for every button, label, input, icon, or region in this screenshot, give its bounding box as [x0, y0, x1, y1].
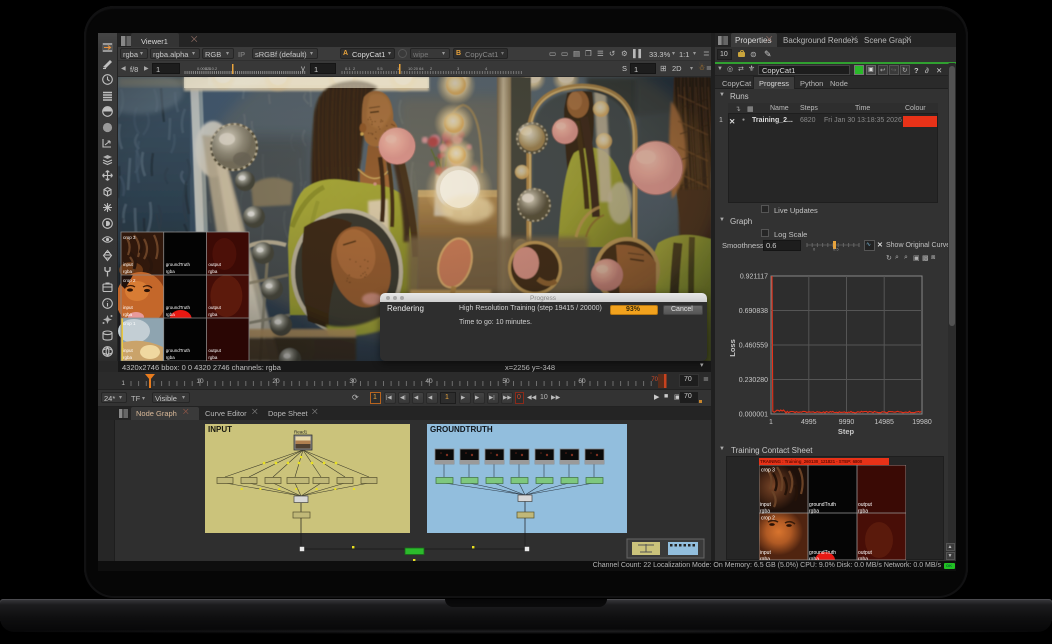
- svg-text:crop 3: crop 3: [123, 235, 136, 240]
- svg-text:output: output: [858, 502, 873, 508]
- svg-text:rgba: rgba: [166, 312, 176, 317]
- svg-text:crop 1: crop 1: [123, 321, 136, 326]
- svg-text:70: 70: [651, 377, 658, 383]
- svg-text:1: 1: [121, 380, 125, 387]
- svg-text:0.5: 0.5: [377, 66, 383, 71]
- svg-text:groundTruth: groundTruth: [166, 348, 191, 353]
- svg-text:groundTruth: groundTruth: [166, 305, 191, 310]
- svg-text:0.000001: 0.000001: [739, 412, 768, 419]
- svg-text:rgba: rgba: [208, 269, 218, 274]
- svg-text:rgba: rgba: [208, 312, 218, 317]
- svg-text:50: 50: [502, 378, 510, 385]
- svg-text:rgba: rgba: [809, 508, 819, 514]
- svg-text:Loss: Loss: [728, 339, 737, 357]
- svg-text:input: input: [760, 502, 771, 508]
- svg-text:output: output: [208, 348, 221, 353]
- svg-text:0.1: 0.1: [345, 66, 351, 71]
- svg-text:Step: Step: [838, 427, 855, 436]
- svg-text:20: 20: [272, 378, 280, 385]
- svg-text:GROUNDTRUTH: GROUNDTRUTH: [430, 425, 493, 434]
- svg-text:rgba: rgba: [858, 556, 868, 560]
- svg-text:rgba: rgba: [208, 355, 218, 360]
- svg-text:rgba: rgba: [760, 556, 770, 560]
- svg-text:rgba: rgba: [166, 355, 176, 360]
- svg-text:rgba: rgba: [760, 508, 770, 514]
- svg-text:1: 1: [769, 419, 773, 426]
- svg-text:14985: 14985: [874, 419, 894, 426]
- svg-text:19980: 19980: [912, 419, 932, 426]
- svg-text:input: input: [123, 262, 134, 267]
- svg-text:4: 4: [485, 66, 488, 71]
- svg-text:output: output: [208, 262, 221, 267]
- svg-text:0.460559: 0.460559: [739, 343, 768, 350]
- svg-text:9990: 9990: [839, 419, 855, 426]
- svg-text:INPUT: INPUT: [208, 425, 232, 434]
- svg-text:input: input: [123, 305, 134, 310]
- svg-text:3: 3: [457, 66, 460, 71]
- svg-text:rgba: rgba: [123, 312, 133, 317]
- svg-text:0.921117: 0.921117: [740, 274, 768, 281]
- svg-text:60: 60: [578, 378, 586, 385]
- svg-text:2: 2: [430, 66, 433, 71]
- svg-text:4995: 4995: [801, 419, 817, 426]
- svg-text:0.690838: 0.690838: [739, 308, 768, 315]
- svg-text:40: 40: [425, 378, 433, 385]
- svg-text:30: 30: [349, 378, 357, 385]
- svg-text:output: output: [858, 550, 873, 556]
- svg-text:groundTruth: groundTruth: [166, 262, 191, 267]
- svg-text:input: input: [760, 550, 771, 556]
- svg-text:groundTruth: groundTruth: [809, 550, 836, 556]
- svg-text:crop 3: crop 3: [761, 467, 775, 473]
- svg-text:0.1 0.2: 0.1 0.2: [205, 66, 218, 71]
- svg-text:rgba: rgba: [123, 355, 133, 360]
- svg-text:crop 2: crop 2: [761, 515, 775, 521]
- svg-text:10: 10: [196, 378, 204, 385]
- svg-text:rgba: rgba: [123, 269, 133, 274]
- svg-text:groundTruth: groundTruth: [809, 502, 836, 508]
- svg-text:0.5: 0.5: [833, 247, 839, 252]
- svg-text:0: 0: [813, 247, 816, 252]
- svg-text:rgba: rgba: [166, 269, 176, 274]
- svg-text:rgba: rgba: [858, 508, 868, 514]
- svg-text:input: input: [123, 348, 134, 353]
- svg-text:rgba: rgba: [809, 556, 819, 560]
- svg-text:output: output: [208, 305, 221, 310]
- svg-text:Read1: Read1: [294, 430, 308, 435]
- svg-text:crop 2: crop 2: [123, 278, 136, 283]
- svg-text:0.230280: 0.230280: [739, 377, 768, 384]
